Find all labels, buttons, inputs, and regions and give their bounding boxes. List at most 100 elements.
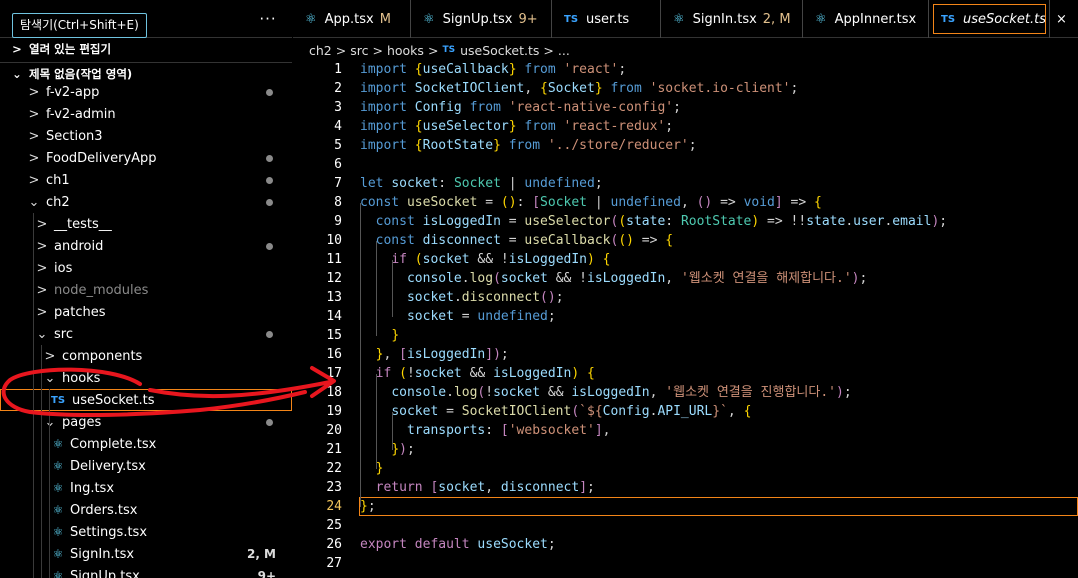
tree-item-ch2[interactable]: ⌄ ch2 xyxy=(0,191,292,213)
code-line[interactable]: 12 console.log(socket && !isLoggedIn, '웹… xyxy=(293,269,1078,288)
code-line[interactable]: 13 socket.disconnect(); xyxy=(293,288,1078,307)
code-editor[interactable]: 1 import {useCallback} from 'react'; 2 impo… xyxy=(293,60,1078,578)
code-line[interactable]: 15 } xyxy=(293,326,1078,345)
code-line[interactable]: 8 const useSocket = (): [Socket | undefin… xyxy=(293,193,1078,212)
breadcrumb-item[interactable]: ch2 xyxy=(309,43,332,58)
tree-item-settings-tsx[interactable]: ⚛ Settings.tsx xyxy=(0,521,292,543)
tree-item-tests[interactable]: > __tests__ xyxy=(0,213,292,235)
code-token: { xyxy=(743,404,752,419)
tree-item-ch1[interactable]: > ch1 xyxy=(0,169,292,191)
breadcrumb-item[interactable]: useSocket.ts xyxy=(460,43,539,58)
open-editors-section[interactable]: > 열려 있는 편집기 xyxy=(0,37,292,59)
code-token: ; xyxy=(587,480,595,495)
tree-item-label: pages xyxy=(62,414,102,430)
code-token: undefined xyxy=(610,195,681,210)
tree-item-label: Section3 xyxy=(46,128,103,144)
code-line[interactable]: 21 }); xyxy=(293,440,1078,459)
code-token: ! xyxy=(485,385,494,400)
code-token: import xyxy=(360,138,415,153)
chevron-right-icon: > xyxy=(543,42,554,58)
code-line[interactable]: 23 return [socket, disconnect]; xyxy=(293,478,1078,497)
tree-item-signin-tsx[interactable]: ⚛ SignIn.tsx 2, M xyxy=(0,543,292,565)
code-token: log xyxy=(453,385,478,400)
tree-item-section3[interactable]: > Section3 xyxy=(0,125,292,147)
tree-item-ios[interactable]: > ios xyxy=(0,257,292,279)
tab-usesocket-ts[interactable]: TS useSocket.ts × xyxy=(929,0,1067,38)
tree-item-signup-tsx[interactable]: ⚛ SignUp.tsx 9+ xyxy=(0,565,292,578)
code-line[interactable]: 5 import {RootState} from '../store/reduc… xyxy=(293,136,1078,155)
code-line[interactable]: 27 xyxy=(293,554,1078,573)
code-token: . xyxy=(446,385,454,400)
code-token: = xyxy=(453,309,478,324)
code-line[interactable]: 16 }, [isLoggedIn]); xyxy=(293,345,1078,364)
code-token: { xyxy=(814,195,822,210)
tree-item-complete-tsx[interactable]: ⚛ Complete.tsx xyxy=(0,433,292,455)
tab-signup-tsx[interactable]: ⚛ SignUp.tsx 9+ xyxy=(411,0,552,38)
tree-indent-guide xyxy=(33,213,34,578)
tree-item-android[interactable]: > android xyxy=(0,235,292,257)
code-token: ( xyxy=(571,404,580,419)
code-token: && ! xyxy=(547,271,588,286)
close-icon[interactable]: × xyxy=(1056,12,1067,27)
breadcrumb-item[interactable]: ... xyxy=(558,43,570,58)
tree-item-node-modules[interactable]: > node_modules xyxy=(0,279,292,301)
tab-signin-tsx[interactable]: ⚛ SignIn.tsx 2, M xyxy=(661,0,803,38)
tree-item-components[interactable]: > components xyxy=(0,345,292,367)
code-line[interactable]: 6 xyxy=(293,155,1078,174)
react-file-icon: ⚛ xyxy=(52,437,64,451)
tree-item-src[interactable]: ⌄ src xyxy=(0,323,292,345)
code-line[interactable]: 17 if (!socket && isLoggedIn) { xyxy=(293,364,1078,383)
tree-item-f-v2-app[interactable]: > f-v2-app xyxy=(0,81,292,103)
code-line[interactable]: 22 } xyxy=(293,459,1078,478)
breadcrumb-item[interactable]: src xyxy=(350,43,368,58)
tree-item-fooddeliveryapp[interactable]: > FoodDeliveryApp xyxy=(0,147,292,169)
tab-app-tsx[interactable]: ⚛ App.tsx M xyxy=(293,0,411,38)
chevron-right-icon: > xyxy=(28,106,40,122)
code-line[interactable]: 7 let socket: Socket | undefined; xyxy=(293,174,1078,193)
code-line[interactable]: 24}; xyxy=(326,497,1078,516)
tree-item-usesocket-ts[interactable]: TS useSocket.ts xyxy=(0,389,292,411)
tab-appinner-tsx[interactable]: ⚛ AppInner.tsx xyxy=(803,0,929,38)
code-line[interactable]: 26 export default useSocket; xyxy=(293,535,1078,554)
react-file-icon: ⚛ xyxy=(52,459,64,473)
code-line[interactable]: 14 socket = undefined; xyxy=(293,307,1078,326)
code-line[interactable]: 4 import {useSelector} from 'react-redux'… xyxy=(293,117,1078,136)
git-change-dot xyxy=(266,419,273,426)
code-text: if (socket && !isLoggedIn) { xyxy=(360,250,610,269)
breadcrumb-item[interactable]: hooks xyxy=(387,43,424,58)
tree-item-hooks[interactable]: ⌄ hooks xyxy=(0,367,292,389)
code-token: ] xyxy=(579,480,588,495)
more-actions-icon[interactable]: ··· xyxy=(257,8,279,30)
code-line[interactable]: 1 import {useCallback} from 'react'; xyxy=(293,60,1078,79)
code-line[interactable]: 19 socket = SocketIOClient(`${Config.API… xyxy=(293,402,1078,421)
tree-item-delivery-tsx[interactable]: ⚛ Delivery.tsx xyxy=(0,455,292,477)
chevron-right-icon: > xyxy=(36,282,48,298)
tree-item-ing-tsx[interactable]: ⚛ Ing.tsx xyxy=(0,477,292,499)
tree-item-f-v2-admin[interactable]: > f-v2-admin xyxy=(0,103,292,125)
line-number: 5 xyxy=(334,138,342,153)
code-line[interactable]: 11 if (socket && !isLoggedIn) { xyxy=(293,250,1078,269)
tab-user-ts[interactable]: TS user.ts xyxy=(552,0,661,38)
chevron-right-icon: > xyxy=(28,172,40,188)
code-text: if (!socket && isLoggedIn) { xyxy=(360,364,595,383)
code-token: log xyxy=(469,271,494,286)
code-token: } xyxy=(508,119,517,134)
code-token: , xyxy=(727,404,744,419)
code-line[interactable]: 9 const isLoggedIn = useSelector((state:… xyxy=(293,212,1078,231)
tree-item-label: __tests__ xyxy=(54,216,112,232)
tab-status: 9+ xyxy=(518,11,538,27)
code-line[interactable]: 10 const disconnect = useCallback(() => … xyxy=(293,231,1078,250)
tree-item-orders-tsx[interactable]: ⚛ Orders.tsx xyxy=(0,499,292,521)
code-line[interactable]: 18 console.log(!socket && isLoggedIn, '웹… xyxy=(293,383,1078,402)
line-number: 6 xyxy=(334,157,342,172)
code-token: const xyxy=(375,214,423,229)
code-line[interactable]: 20 transports: ['websocket'], xyxy=(293,421,1078,440)
typescript-file-icon: TS xyxy=(564,13,579,25)
code-line[interactable]: 3 import Config from 'react-native-config… xyxy=(293,98,1078,117)
code-line[interactable]: 25 xyxy=(293,516,1078,535)
code-line[interactable]: 2 import SocketIOClient, {Socket} from 's… xyxy=(293,79,1078,98)
tree-item-patches[interactable]: > patches xyxy=(0,301,292,323)
tree-item-label: components xyxy=(62,348,143,364)
tree-item-pages[interactable]: ⌄ pages xyxy=(0,411,292,433)
